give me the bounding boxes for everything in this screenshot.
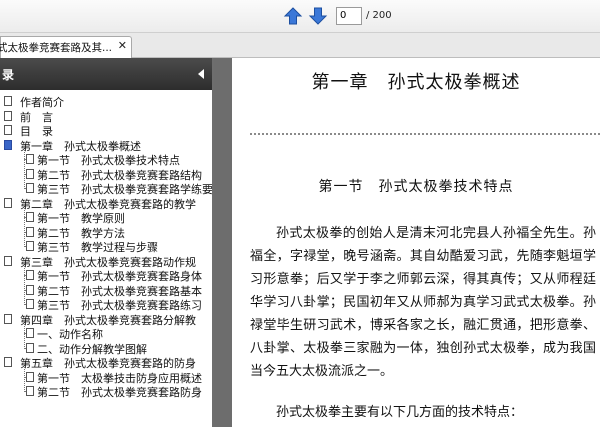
dotted-divider	[250, 133, 600, 135]
bookmark-icon	[26, 154, 34, 164]
bookmark-icon	[26, 371, 34, 382]
bookmark-icon	[26, 328, 34, 338]
bookmark-icon	[4, 96, 12, 106]
toc-item[interactable]: 目 录	[0, 123, 212, 138]
toc-item[interactable]: 第一章 孙式太极拳概述	[0, 138, 212, 153]
open-bookmark-icon	[4, 139, 12, 150]
toc-item[interactable]: 第二节 教学方法	[0, 225, 212, 240]
chapter-title: 第一章 孙式太极拳概述	[311, 72, 521, 93]
next-page-button[interactable]	[307, 5, 329, 27]
sidebar-header: 录	[0, 58, 212, 90]
toc-item-label: 第二节 孙式太极拳竞赛套路防身	[37, 386, 202, 399]
document-page: 第一章 孙式太极拳概述 第一节 孙式太极拳技术特点 孙式太极拳的创始人是清末河北…	[232, 58, 600, 427]
bookmark-icon	[4, 197, 12, 208]
bookmark-icon	[26, 168, 34, 179]
previous-page-button[interactable]	[282, 5, 304, 27]
bookmark-icon	[4, 255, 12, 266]
bookmark-icon	[4, 125, 12, 135]
tab-strip: 式太极拳竞赛套路及其... ✕	[0, 33, 600, 58]
toc-item[interactable]: 第一节 教学原则	[0, 210, 212, 225]
panel-gutter	[214, 58, 232, 427]
toc-item[interactable]: 第三节 孙式太极拳竞赛套路练习	[0, 297, 212, 312]
bookmark-icon	[26, 284, 34, 295]
toc-item[interactable]: 第二章 孙式太极拳竞赛套路的教学	[0, 196, 212, 211]
toc-tree: 作者简介前 言目 录第一章 孙式太极拳概述 第一节 孙式太极拳技术特点 第二节 孙式…	[0, 94, 212, 399]
bookmark-icon	[26, 226, 34, 237]
sidebar-title: 录	[2, 68, 15, 82]
toc-item[interactable]: 第三章 孙式太极拳竞赛套路动作规	[0, 254, 212, 269]
section-title: 第一节 孙式太极拳技术特点	[318, 179, 514, 195]
toc-item[interactable]: 前 言	[0, 109, 212, 124]
bookmark-icon	[26, 212, 34, 222]
toc-item[interactable]: 第一节 孙式太极拳竞赛套路身体	[0, 268, 212, 283]
toc-sidebar: 录 作者简介前 言目 录第一章 孙式太极拳概述 第一节 孙式太极拳技术特点 第二节 …	[0, 58, 214, 427]
toc-item[interactable]: 第一节 孙式太极拳技术特点	[0, 152, 212, 167]
bookmark-icon	[26, 183, 34, 193]
toc-item[interactable]: 第二节 孙式太极拳竞赛套路结构	[0, 167, 212, 182]
toc-item[interactable]: 第一节 太极拳技击防身应用概述	[0, 370, 212, 385]
document-tab[interactable]: 式太极拳竞赛套路及其... ✕	[0, 36, 132, 58]
bookmark-icon	[4, 357, 12, 367]
toolbar: 0 / 200	[0, 0, 600, 33]
bookmark-icon	[26, 342, 34, 353]
page-total: / 200	[366, 10, 392, 21]
toc-item[interactable]: 第三节 孙式太极拳竞赛套路学练要	[0, 181, 212, 196]
arrow-up-icon	[283, 7, 303, 25]
collapse-sidebar-icon[interactable]	[196, 68, 206, 80]
paragraph-2: 孙式太极拳主要有以下几方面的技术特点：	[276, 405, 524, 420]
toc-item[interactable]: 第五章 孙式太极拳竞赛套路的防身	[0, 355, 212, 370]
toc-item[interactable]: 作者简介	[0, 94, 212, 109]
bookmark-icon	[4, 313, 12, 324]
toc-item[interactable]: 第二节 孙式太极拳竞赛套路基本	[0, 283, 212, 298]
paragraph-1: 孙式太极拳的创始人是清末河北完县人孙福全先生。孙福全，字禄堂，晚号涵斋。其自幼酷…	[250, 226, 596, 379]
bookmark-icon	[26, 241, 34, 251]
toc-item[interactable]: 第三节 教学过程与步骤	[0, 239, 212, 254]
toc-item[interactable]: 一、动作名称	[0, 326, 212, 341]
bookmark-icon	[26, 270, 34, 280]
tab-title: 式太极拳竞赛套路及其...	[0, 42, 113, 54]
toc-item[interactable]: 第二节 孙式太极拳竞赛套路防身	[0, 384, 212, 399]
close-icon[interactable]: ✕	[118, 39, 127, 52]
arrow-down-icon	[308, 7, 328, 25]
page-number-input[interactable]: 0	[336, 7, 362, 25]
bookmark-icon	[4, 110, 12, 121]
bookmark-icon	[26, 299, 34, 309]
bookmark-icon	[26, 386, 34, 396]
toc-item[interactable]: 第四章 孙式太极拳竞赛套路分解教	[0, 312, 212, 327]
toc-item[interactable]: 二、动作分解教学图解	[0, 341, 212, 356]
